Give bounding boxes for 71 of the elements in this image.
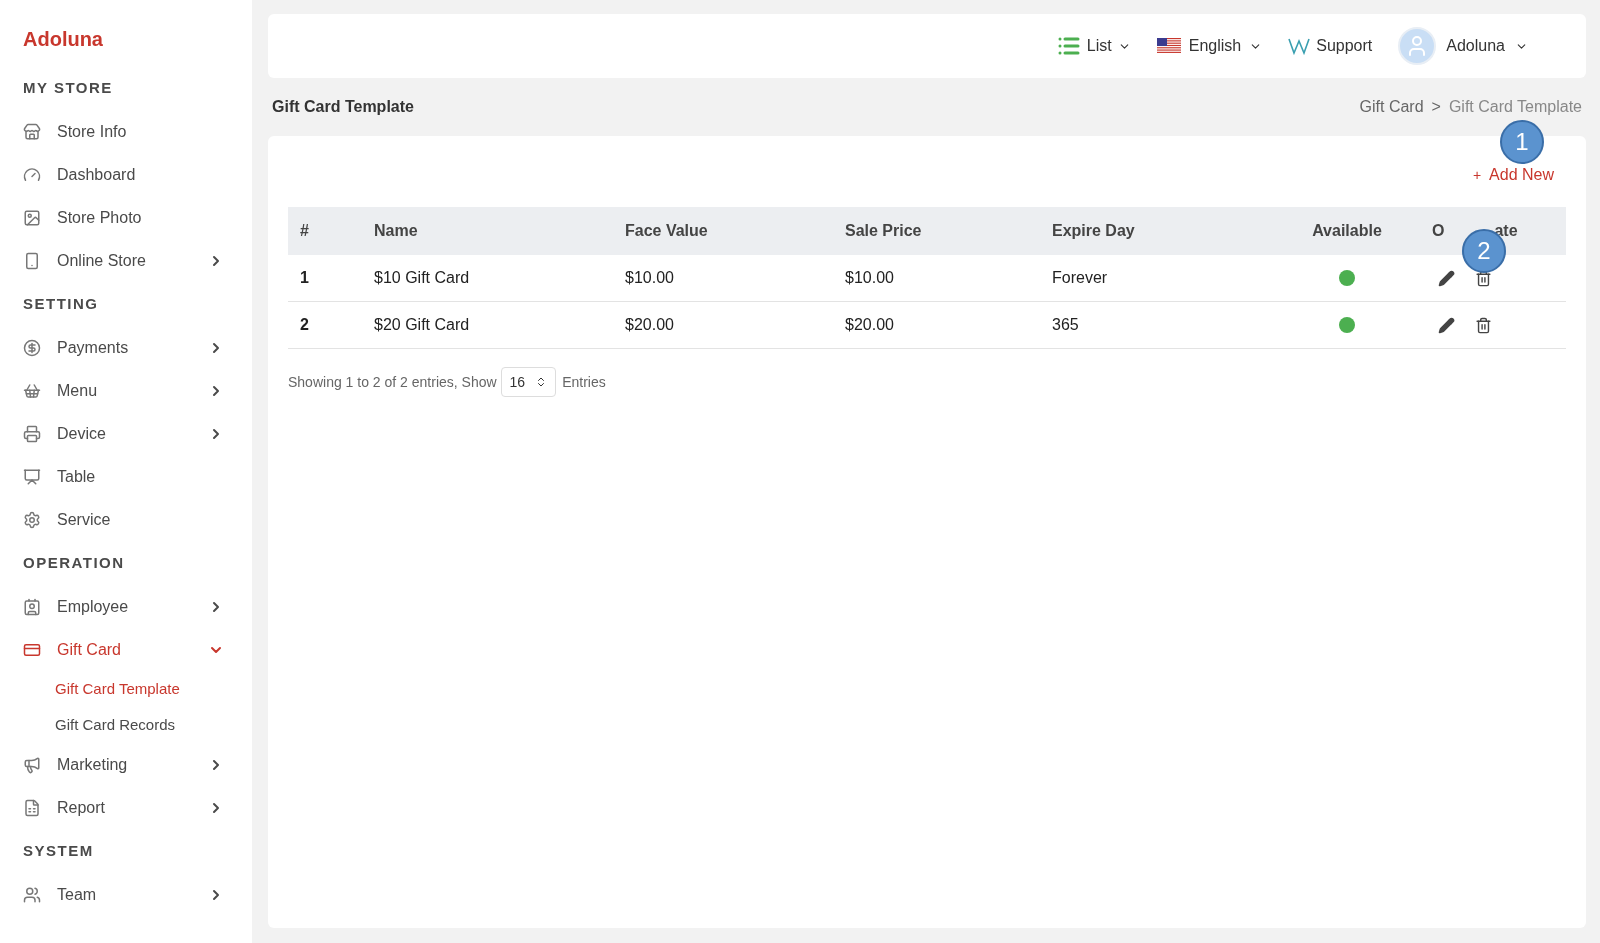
gear-icon — [23, 510, 41, 529]
table-cell: 1 — [300, 269, 309, 286]
sidebar-item[interactable]: Store Info — [0, 110, 252, 153]
edit-icon[interactable] — [1438, 269, 1455, 287]
table-cell: $10.00 — [845, 269, 894, 286]
table-cell: $20.00 — [845, 316, 894, 333]
section-heading: SYSTEM — [22, 840, 95, 861]
column-header: Available — [1312, 222, 1382, 239]
sidebar-item[interactable]: Store Photo — [0, 196, 252, 239]
page-size-select[interactable]: 16 — [500, 367, 557, 397]
add-new-button[interactable]: + Add New — [1472, 166, 1554, 184]
basket-icon — [23, 381, 41, 400]
section-heading: SETTING — [22, 293, 100, 314]
breadcrumb-item[interactable]: Gift Card — [1359, 95, 1424, 119]
table-cell: 2 — [300, 316, 309, 333]
easel-icon — [23, 467, 41, 486]
avatar-icon — [1398, 27, 1437, 65]
breadcrumb-separator: > — [1431, 97, 1441, 117]
id-badge-icon — [23, 597, 41, 616]
view-dropdown[interactable]: List — [1056, 34, 1131, 58]
user-menu[interactable]: Adoluna — [1398, 27, 1528, 65]
people-icon — [23, 885, 41, 904]
sidebar-item[interactable]: Employee — [0, 585, 252, 628]
w-logo-icon — [1288, 37, 1311, 55]
sidebar-item[interactable]: Team — [0, 873, 252, 916]
sidebar-item[interactable]: Table — [0, 455, 252, 498]
step-marker: 1 — [1500, 120, 1544, 164]
sidebar-item[interactable]: Report — [0, 786, 252, 829]
section-heading: MY STORE — [22, 77, 114, 98]
support-link[interactable]: Support — [1288, 34, 1373, 58]
sidebar-item[interactable]: Marketing — [0, 743, 252, 786]
table-cell: $10.00 — [625, 269, 674, 286]
sidebar-item[interactable]: Service — [0, 498, 252, 541]
dollar-coin-icon — [23, 338, 41, 357]
flag-icon — [1156, 38, 1181, 54]
breadcrumb-item: Gift Card Template — [1448, 97, 1582, 117]
page-title: Gift Card Template — [272, 97, 414, 117]
sidebar-item[interactable]: Payments — [0, 326, 252, 369]
submenu-item[interactable]: Gift Card Records — [0, 707, 252, 743]
column-header: Sale Price — [845, 222, 922, 239]
megaphone-icon — [23, 755, 41, 774]
table-cell: Forever — [1052, 269, 1108, 286]
language-dropdown[interactable]: English — [1156, 34, 1263, 58]
picture-icon — [23, 208, 41, 227]
sidebar-item[interactable]: Gift Card — [0, 628, 252, 671]
table-cell: $20.00 — [625, 316, 674, 333]
brand-logo[interactable]: Adoluna — [0, 24, 252, 54]
sidebar-item[interactable]: Device — [0, 412, 252, 455]
edit-icon[interactable] — [1438, 316, 1455, 334]
column-header: Face Value — [625, 222, 708, 239]
column-header-fragment: O — [1432, 221, 1445, 241]
entries-summary: Showing 1 to 2 of 2 entries, Show — [288, 372, 497, 392]
spreadsheet-icon — [23, 798, 41, 817]
phone-icon — [23, 251, 41, 270]
delete-icon[interactable] — [1475, 316, 1492, 334]
column-header: Name — [374, 222, 418, 239]
dashboard-icon — [23, 165, 41, 184]
plus-icon: + — [1472, 166, 1482, 184]
entries-label: Entries — [562, 372, 606, 392]
submenu-item[interactable]: Gift Card Template — [0, 671, 252, 707]
column-header: Expire Day — [1052, 222, 1135, 239]
sidebar-item[interactable]: Dashboard — [0, 153, 252, 196]
table-cell: 365 — [1052, 316, 1079, 333]
table-cell: $10 Gift Card — [374, 269, 470, 286]
column-header: # — [300, 222, 309, 239]
printer-icon — [23, 424, 41, 443]
sidebar-item[interactable]: Menu — [0, 369, 252, 412]
section-heading: OPERATION — [22, 552, 126, 573]
table-cell: $20 Gift Card — [374, 316, 470, 333]
sidebar-item[interactable]: Online Store — [0, 239, 252, 282]
store-icon — [23, 122, 41, 141]
